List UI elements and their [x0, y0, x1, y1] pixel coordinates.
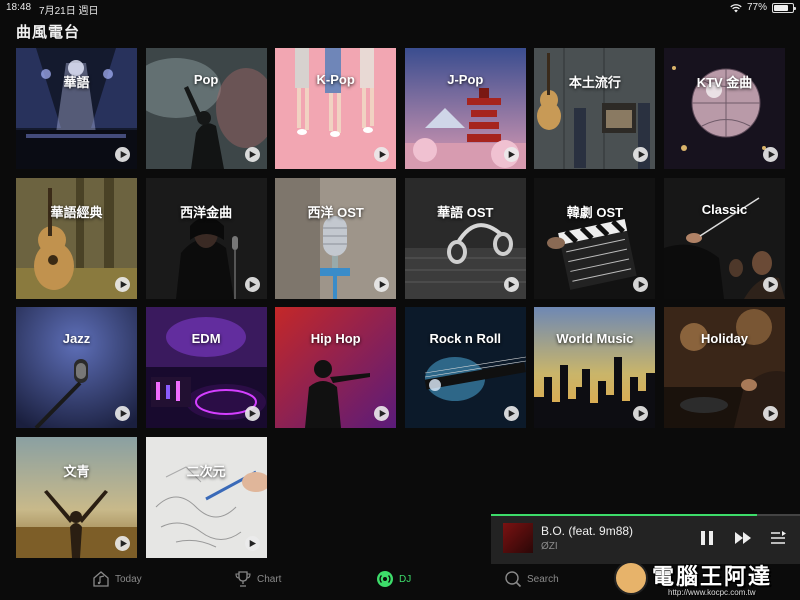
- play-icon[interactable]: [503, 406, 519, 422]
- tile-label: 西洋金曲: [180, 204, 233, 220]
- search-icon: [505, 571, 522, 588]
- watermark-text: 電腦王阿達: [652, 564, 773, 589]
- tile-label: 華語 OST: [437, 204, 494, 220]
- genre-tile-local-pop[interactable]: 本土流行: [534, 48, 656, 169]
- tile-label: 華語經典: [50, 204, 103, 220]
- genre-tile-jazz[interactable]: Jazz: [16, 307, 137, 429]
- tile-label: K-Pop: [316, 72, 355, 87]
- genre-tile-kpop[interactable]: K-Pop: [275, 48, 397, 169]
- play-icon[interactable]: [244, 406, 260, 422]
- play-icon[interactable]: [763, 276, 778, 292]
- tile-label: 西洋 OST: [307, 204, 364, 220]
- watermark: 電腦王阿達 http://www.kocpc.com.tw: [612, 558, 800, 600]
- page-title: 曲風電台: [16, 24, 81, 41]
- tab-dj[interactable]: DJ: [376, 570, 411, 588]
- genre-tile-rock[interactable]: Rock n Roll: [404, 307, 526, 429]
- status-left: 18:48 7月21日 週日: [6, 2, 99, 17]
- play-icon[interactable]: [244, 276, 260, 292]
- next-button[interactable]: [733, 529, 753, 547]
- playback-progress-fill: [491, 514, 757, 516]
- genre-tile-chinese-ost[interactable]: 華語 OST: [404, 177, 526, 299]
- play-icon[interactable]: [244, 535, 260, 551]
- playback-progress[interactable]: [491, 514, 800, 516]
- genre-tile-holiday[interactable]: Holiday: [664, 307, 785, 429]
- tile-label: 本土流行: [568, 75, 621, 90]
- genre-tile-hiphop[interactable]: Hip Hop: [275, 307, 397, 429]
- battery-percent: 77%: [746, 2, 767, 13]
- radio-icon: [377, 571, 393, 587]
- genre-grid: 華語 Pop K-Pop J-Pop 本土流行 KTV 金曲 華語經典 西洋金曲…: [16, 48, 785, 558]
- queue-button[interactable]: [768, 529, 788, 547]
- tab-label: Today: [115, 573, 142, 585]
- tile-label: 華語: [63, 75, 90, 90]
- play-icon[interactable]: [763, 147, 778, 162]
- tile-label: World Music: [556, 331, 634, 347]
- play-icon[interactable]: [115, 535, 130, 551]
- status-bar: 18:48 7月21日 週日 77%: [0, 0, 800, 17]
- tab-label: DJ: [399, 573, 412, 585]
- tile-label: EDM: [191, 331, 221, 347]
- play-icon[interactable]: [115, 276, 130, 292]
- album-cover[interactable]: [503, 523, 533, 553]
- genre-tile-chinese-classics[interactable]: 華語經典: [16, 177, 137, 299]
- tile-label: Rock n Roll: [429, 331, 502, 347]
- tile-label: Holiday: [701, 331, 748, 347]
- battery-fill: [774, 4, 788, 11]
- watermark-url: http://www.kocpc.com.tw: [668, 588, 756, 597]
- genre-tile-hipster[interactable]: 文青: [16, 436, 137, 558]
- play-icon[interactable]: [633, 276, 649, 292]
- status-right: 77%: [730, 2, 796, 13]
- play-icon[interactable]: [503, 276, 519, 292]
- status-date: 7月21日 週日: [39, 6, 99, 17]
- tab-chart[interactable]: Chart: [234, 570, 281, 588]
- genre-tile-huayu[interactable]: 華語: [16, 48, 137, 169]
- tile-label: Pop: [193, 72, 219, 87]
- fast-forward-icon: [735, 532, 751, 544]
- mini-player[interactable]: B.O. (feat. 9m88) ØZI: [491, 514, 800, 564]
- genre-tile-ktv[interactable]: KTV 金曲: [664, 48, 785, 169]
- genre-tile-anime[interactable]: 二次元: [145, 436, 267, 558]
- pause-button[interactable]: [697, 529, 717, 547]
- tile-label: KTV 金曲: [696, 75, 753, 90]
- tab-label: Chart: [257, 573, 282, 585]
- tab-label: Search: [527, 573, 559, 585]
- tile-label: Jazz: [62, 331, 91, 347]
- play-icon[interactable]: [244, 147, 260, 162]
- tile-label: 韓劇 OST: [566, 204, 624, 220]
- tab-search[interactable]: Search: [504, 570, 559, 588]
- status-time: 18:48: [6, 2, 32, 13]
- battery-icon: [772, 2, 796, 13]
- wifi-icon: [730, 3, 742, 12]
- play-icon[interactable]: [374, 276, 390, 292]
- tile-label: Classic: [701, 201, 748, 217]
- tile-label: 文青: [63, 463, 90, 479]
- tab-today[interactable]: Today: [92, 570, 142, 588]
- tile-label: J-Pop: [447, 72, 484, 87]
- tile-label: 二次元: [186, 463, 226, 479]
- genre-tile-classic[interactable]: Classic: [664, 177, 785, 299]
- trophy-icon: [235, 571, 251, 587]
- playlist-icon: [771, 531, 786, 544]
- house-music-icon: [93, 571, 109, 587]
- genre-tile-western-hits[interactable]: 西洋金曲: [145, 177, 267, 299]
- play-icon[interactable]: [115, 147, 130, 162]
- mascot-face-icon: [614, 561, 648, 595]
- genre-tile-pop[interactable]: Pop: [145, 48, 267, 169]
- tile-label: Hip Hop: [310, 331, 361, 347]
- pause-icon: [701, 531, 713, 545]
- genre-tile-edm[interactable]: EDM: [145, 307, 267, 429]
- genre-tile-kdrama-ost[interactable]: 韓劇 OST: [534, 177, 656, 299]
- track-title: B.O. (feat. 9m88): [541, 524, 634, 538]
- genre-tile-jpop[interactable]: J-Pop: [404, 48, 526, 169]
- track-artist: ØZI: [541, 541, 558, 552]
- genre-tile-world-music[interactable]: World Music: [534, 307, 656, 429]
- play-icon[interactable]: [503, 147, 519, 162]
- genre-tile-western-ost[interactable]: 西洋 OST: [275, 177, 397, 299]
